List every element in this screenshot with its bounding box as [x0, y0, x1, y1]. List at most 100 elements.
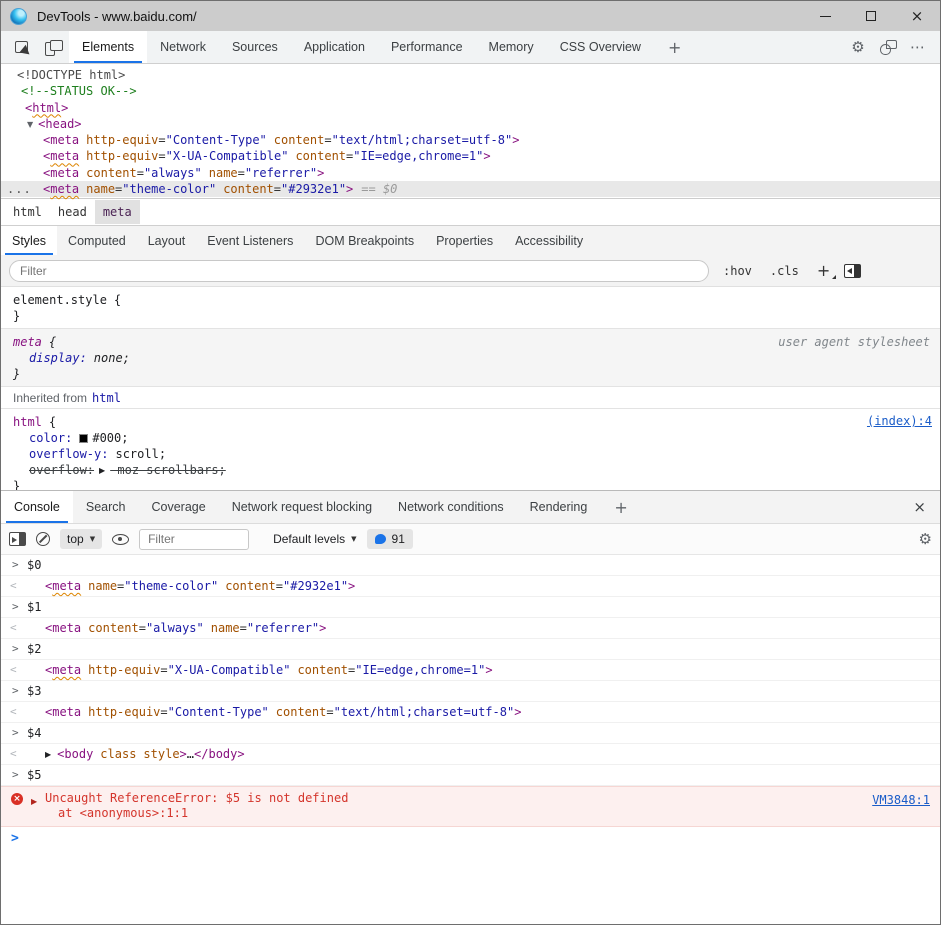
console-command-1[interactable]: >$1: [1, 597, 940, 618]
tab-application[interactable]: Application: [291, 31, 378, 63]
expand-arrow-icon[interactable]: ▶: [45, 750, 51, 759]
tree-line-meta-content-type[interactable]: <metahttp-equiv="Content-Type"content="t…: [1, 132, 940, 148]
console-command-5[interactable]: >$5: [1, 765, 940, 786]
command-prompt-icon: >: [12, 639, 19, 659]
feedback-button[interactable]: [876, 35, 900, 59]
tab-accessibility[interactable]: Accessibility: [504, 226, 594, 255]
toggle-hover-button[interactable]: :hov: [719, 262, 756, 280]
tab-layout[interactable]: Layout: [137, 226, 197, 255]
tab-console[interactable]: Console: [1, 491, 73, 523]
tab-computed[interactable]: Computed: [57, 226, 137, 255]
breadcrumb-meta[interactable]: meta: [95, 200, 140, 224]
tag-name: meta: [50, 149, 79, 163]
tab-event-listeners[interactable]: Event Listeners: [196, 226, 304, 255]
close-drawer-button[interactable]: ×: [899, 491, 940, 523]
tree-line-meta-theme-color-selected[interactable]: ...<metaname="theme-color"content="#2932…: [1, 181, 940, 197]
tree-line-html[interactable]: <html>: [1, 100, 940, 116]
collapse-arrow-icon[interactable]: ▼: [27, 120, 33, 129]
console-settings-icon[interactable]: ⚙: [919, 530, 932, 548]
console-error-message[interactable]: × ▶ Uncaught ReferenceError: $5 is not d…: [1, 786, 940, 827]
result-marker-icon: <: [10, 576, 17, 596]
console-input-row[interactable]: >: [1, 827, 940, 852]
attr-value: "text/html;charset=utf-8": [334, 705, 515, 719]
console-command-2[interactable]: >$2: [1, 639, 940, 660]
css-property-overflow-invalid[interactable]: overflow:▶-moz-scrollbars;: [1, 462, 940, 478]
rule-selector-line[interactable]: element.style{: [1, 292, 940, 308]
tree-line-meta-referrer[interactable]: <metacontent="always"name="referrer">: [1, 165, 940, 181]
log-levels-dropdown[interactable]: Default levels▼: [273, 532, 356, 546]
tag-name: html: [32, 101, 61, 115]
issues-counter[interactable]: 91: [367, 529, 413, 549]
punct: </: [194, 747, 208, 761]
console-command-0[interactable]: >$0: [1, 555, 940, 576]
console-result-2[interactable]: <<metahttp-equiv="X-UA-Compatible"conten…: [1, 660, 940, 681]
expand-arrow-icon[interactable]: ▶: [31, 794, 37, 809]
device-toolbar-button[interactable]: [41, 35, 65, 59]
tab-sources[interactable]: Sources: [219, 31, 291, 63]
attr-name: name: [88, 579, 117, 593]
console-result-3[interactable]: <<metahttp-equiv="Content-Type"content="…: [1, 702, 940, 723]
console-command-4[interactable]: >$4: [1, 723, 940, 744]
source-link[interactable]: (index):4: [867, 414, 932, 428]
tab-network-request-blocking[interactable]: Network request blocking: [219, 491, 385, 523]
context-selector[interactable]: top▼: [60, 529, 102, 549]
tab-styles[interactable]: Styles: [1, 226, 57, 255]
more-options-icon[interactable]: ⋯: [906, 35, 930, 59]
live-expression-eye-icon[interactable]: [112, 534, 129, 545]
add-drawer-tab-button[interactable]: +: [600, 491, 641, 523]
expand-arrow-icon[interactable]: ▶: [99, 466, 105, 475]
rule-element-style[interactable]: element.style{ }: [1, 287, 940, 329]
tab-properties[interactable]: Properties: [425, 226, 504, 255]
inherited-html-link[interactable]: html: [92, 391, 121, 405]
console-result-1[interactable]: <<metacontent="always"name="referrer">: [1, 618, 940, 639]
punct: >: [346, 182, 353, 196]
device-toolbar-icon: [45, 40, 61, 54]
result-marker-icon: <: [10, 618, 17, 638]
maximize-button[interactable]: [848, 1, 894, 31]
minimize-button[interactable]: [802, 1, 848, 31]
tab-rendering[interactable]: Rendering: [517, 491, 601, 523]
styles-pane-tabs: Styles Computed Layout Event Listeners D…: [1, 225, 940, 255]
close-button[interactable]: ×: [894, 1, 940, 31]
rule-html[interactable]: (index):4 html{ color:#000; overflow-y:s…: [1, 409, 940, 490]
breadcrumb-html[interactable]: html: [5, 200, 50, 224]
gutter-more-icon[interactable]: ...: [7, 181, 32, 197]
error-source-link[interactable]: VM3848:1: [872, 793, 930, 808]
add-tab-button[interactable]: +: [654, 31, 695, 63]
tab-network-conditions[interactable]: Network conditions: [385, 491, 517, 523]
rule-meta-ua[interactable]: user agent stylesheet meta{ display:none…: [1, 329, 940, 387]
tab-performance[interactable]: Performance: [378, 31, 476, 63]
inspect-element-button[interactable]: [9, 35, 33, 59]
error-text-line2: at <anonymous>:1:1: [45, 806, 850, 821]
tree-line-meta-xua[interactable]: <metahttp-equiv="X-UA-Compatible"content…: [1, 148, 940, 164]
console-sidebar-icon[interactable]: [9, 532, 26, 546]
tab-coverage[interactable]: Coverage: [138, 491, 218, 523]
attr-value: "referrer": [247, 621, 319, 635]
console-filter-input[interactable]: [139, 529, 249, 550]
styles-filter-input[interactable]: [9, 260, 709, 282]
breadcrumb-head[interactable]: head: [50, 200, 95, 224]
color-swatch[interactable]: [79, 434, 88, 443]
tab-dom-breakpoints[interactable]: DOM Breakpoints: [304, 226, 425, 255]
tree-line-head[interactable]: ▼<head>: [1, 116, 940, 132]
tree-line-comment[interactable]: <!--STATUS OK-->: [1, 83, 940, 99]
computed-sidebar-toggle-icon[interactable]: [844, 264, 861, 278]
tab-memory[interactable]: Memory: [476, 31, 547, 63]
tab-sources-label: Sources: [232, 40, 278, 54]
css-property-overflow-y[interactable]: overflow-y:scroll;: [1, 446, 940, 462]
tab-elements[interactable]: Elements: [69, 31, 147, 63]
tab-network[interactable]: Network: [147, 31, 219, 63]
tree-line-doctype[interactable]: <!DOCTYPE html>: [1, 67, 940, 83]
toggle-class-button[interactable]: .cls: [766, 262, 803, 280]
clear-console-icon[interactable]: [36, 532, 50, 546]
settings-gear-icon[interactable]: ⚙: [846, 35, 870, 59]
console-result-4[interactable]: <▶<bodyclassstyle>…</body>: [1, 744, 940, 765]
tab-css-overview[interactable]: CSS Overview: [547, 31, 654, 63]
command-prompt-icon: >: [12, 723, 19, 743]
console-command-3[interactable]: >$3: [1, 681, 940, 702]
css-property-display[interactable]: display:none;: [1, 350, 940, 366]
console-result-0[interactable]: <<metaname="theme-color"content="#2932e1…: [1, 576, 940, 597]
css-property-color[interactable]: color:#000;: [1, 430, 940, 446]
tab-search[interactable]: Search: [73, 491, 139, 523]
new-style-rule-button[interactable]: +: [813, 261, 834, 280]
